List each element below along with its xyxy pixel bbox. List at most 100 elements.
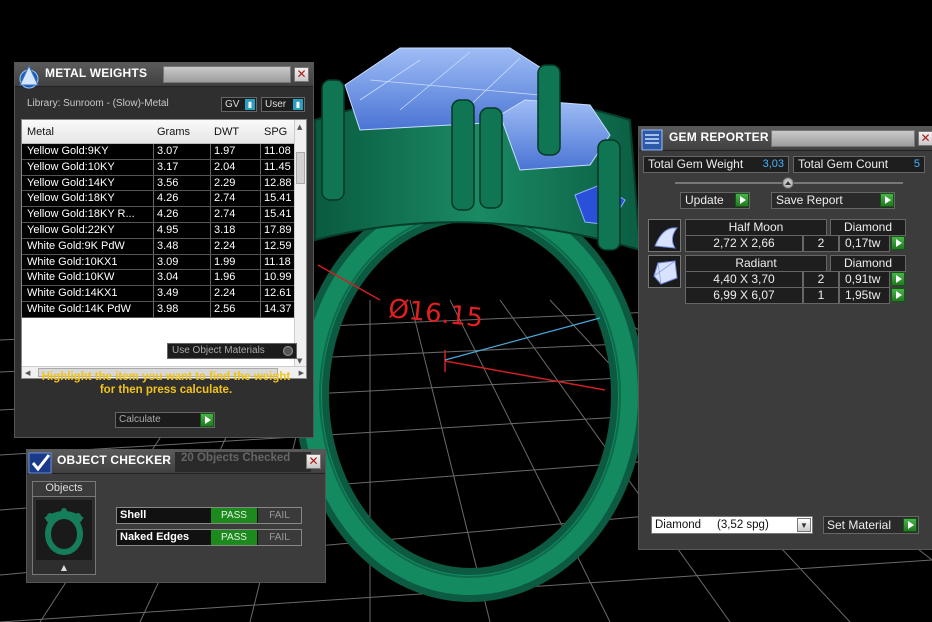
column-separator (153, 286, 154, 301)
cell-metal: White Gold:9K PdW (27, 239, 125, 252)
column-separator (260, 159, 261, 175)
gem-count: 2 (803, 271, 839, 288)
play-icon[interactable] (200, 413, 214, 427)
object-checker-panel: OBJECT CHECKER 20 Objects Checked ✕ Obje… (26, 449, 326, 583)
save-report-button[interactable]: Save Report (771, 192, 895, 209)
total-gem-count-label: Total Gem Count (798, 157, 889, 171)
cell-metal: Yellow Gold:10KY (27, 160, 115, 173)
close-icon[interactable]: ✕ (306, 454, 321, 469)
gem-cut-name: Radiant (685, 255, 827, 272)
cell-dwt: 1.96 (214, 271, 236, 284)
metal-weights-panel: METAL WEIGHTS ✕ Library: Sunroom - (Slow… (14, 62, 314, 438)
scroll-down-icon[interactable]: ▼ (297, 356, 302, 366)
half-moon-gem-icon (648, 219, 681, 252)
checkmark-app-icon (28, 452, 52, 474)
table-row[interactable]: White Gold:14K PdW 3.98 2.56 14.37 (22, 301, 302, 318)
objects-label: Objects (33, 482, 95, 497)
column-separator (260, 191, 261, 207)
column-separator (260, 175, 261, 191)
fail-status: FAIL (258, 508, 301, 523)
ring-thumbnail[interactable] (36, 500, 92, 560)
chevron-down-icon[interactable]: ▼ (797, 518, 811, 532)
column-header-dwt[interactable]: DWT (214, 126, 239, 138)
cell-grams: 3.49 (157, 287, 179, 300)
calculate-button[interactable]: Calculate (115, 412, 215, 428)
gem-size: 4,40 X 3,70 (685, 271, 803, 288)
vertical-scrollbar[interactable]: ▲ ▼ (294, 120, 306, 368)
gv-toggle[interactable]: GV ▮ (221, 97, 257, 112)
column-separator (153, 270, 154, 286)
set-material-button[interactable]: Set Material (823, 516, 919, 534)
table-row[interactable]: Yellow Gold:10KY 3.17 2.04 11.45 (22, 159, 302, 176)
metal-weights-title: METAL WEIGHTS (45, 66, 148, 80)
object-checker-titlebar[interactable]: OBJECT CHECKER 20 Objects Checked ✕ (27, 450, 325, 474)
column-header-metal[interactable]: Metal (27, 126, 54, 138)
update-button[interactable]: Update (680, 192, 750, 209)
metal-weights-table[interactable]: Metal Grams DWT SPG Yellow Gold:9KY 3.07 1… (21, 119, 307, 379)
column-separator (153, 144, 154, 159)
column-separator (260, 254, 261, 270)
table-row[interactable]: Yellow Gold:22KY 4.95 3.18 17.89 (22, 222, 302, 239)
instruction-text: Highlight the item you want to find the … (25, 371, 307, 397)
radio-icon[interactable] (283, 346, 293, 356)
check-label: Shell (120, 509, 147, 521)
user-toggle[interactable]: User ▮ (261, 97, 305, 112)
play-icon[interactable] (891, 272, 905, 286)
close-icon[interactable]: ✕ (294, 67, 309, 82)
objects-checked-count: 20 Objects Checked (181, 452, 291, 464)
column-separator (210, 254, 211, 270)
play-icon[interactable] (735, 193, 749, 207)
column-header-spg[interactable]: SPG (264, 126, 287, 138)
table-row[interactable]: White Gold:10KW 3.04 1.96 10.99 (22, 270, 302, 287)
table-body: Yellow Gold:9KY 3.07 1.97 11.08 Yellow Gold:… (22, 144, 302, 318)
gem-count: 1 (803, 287, 839, 304)
table-row[interactable]: White Gold:9K PdW 3.48 2.24 12.59 (22, 238, 302, 255)
table-row[interactable]: White Gold:10KX1 3.09 1.99 11.18 (22, 254, 302, 271)
cell-grams: 3.07 (157, 145, 179, 157)
column-header-grams[interactable]: Grams (157, 126, 190, 138)
play-icon[interactable] (903, 518, 917, 532)
cell-spg: 10.99 (264, 271, 292, 284)
cell-spg: 12.88 (264, 176, 292, 189)
column-separator (210, 301, 211, 317)
play-icon[interactable] (880, 193, 894, 207)
table-row[interactable]: Yellow Gold:9KY 3.07 1.97 11.08 (22, 144, 302, 160)
cell-dwt: 3.18 (214, 223, 236, 236)
column-separator (153, 207, 154, 222)
objects-list[interactable]: Objects ▲ (32, 481, 96, 575)
play-icon[interactable] (891, 288, 905, 302)
table-row[interactable]: White Gold:14KX1 3.49 2.24 12.61 (22, 286, 302, 302)
table-row[interactable]: Yellow Gold:18KY R... 4.26 2.74 15.41 (22, 207, 302, 223)
column-separator (210, 238, 211, 254)
collapse-knob-icon[interactable] (782, 177, 794, 189)
scroll-thumb[interactable] (296, 152, 305, 184)
gem-size: 2,72 X 2,66 (685, 235, 803, 252)
cell-spg: 15.41 (264, 208, 292, 221)
column-separator (260, 301, 261, 317)
collapse-arrow-icon[interactable]: ▲ (33, 563, 95, 572)
table-row[interactable]: Yellow Gold:18KY 4.26 2.74 15.41 (22, 191, 302, 208)
cell-metal: White Gold:10KW (27, 271, 115, 284)
scroll-up-icon[interactable]: ▲ (297, 122, 302, 132)
column-separator (153, 254, 154, 270)
table-row[interactable]: Yellow Gold:14KY 3.56 2.29 12.88 (22, 175, 302, 192)
cell-spg: 15.41 (264, 192, 292, 205)
column-separator (153, 238, 154, 254)
play-icon[interactable] (891, 236, 905, 250)
cell-spg: 11.18 (264, 255, 291, 268)
check-row-naked-edges: Naked Edges PASS FAIL (116, 529, 302, 546)
use-object-materials-option[interactable]: Use Object Materials (167, 343, 297, 359)
column-separator (210, 144, 211, 159)
cell-grams: 4.26 (157, 192, 179, 205)
cell-dwt: 2.04 (214, 160, 236, 173)
column-separator (260, 222, 261, 238)
gem-reporter-titlebar[interactable]: GEM REPORTER ✕ (639, 127, 932, 151)
metal-weights-titlebar[interactable]: METAL WEIGHTS ✕ (15, 63, 313, 89)
close-icon[interactable]: ✕ (918, 131, 932, 146)
titlebar-fill (163, 66, 291, 83)
cell-dwt: 2.24 (214, 239, 236, 252)
gem-size: 6,99 X 6,07 (685, 287, 803, 304)
total-gem-weight-label: Total Gem Weight (648, 157, 744, 171)
material-select[interactable]: Diamond (3,52 spg) ▼ (651, 516, 813, 534)
column-separator (153, 175, 154, 191)
